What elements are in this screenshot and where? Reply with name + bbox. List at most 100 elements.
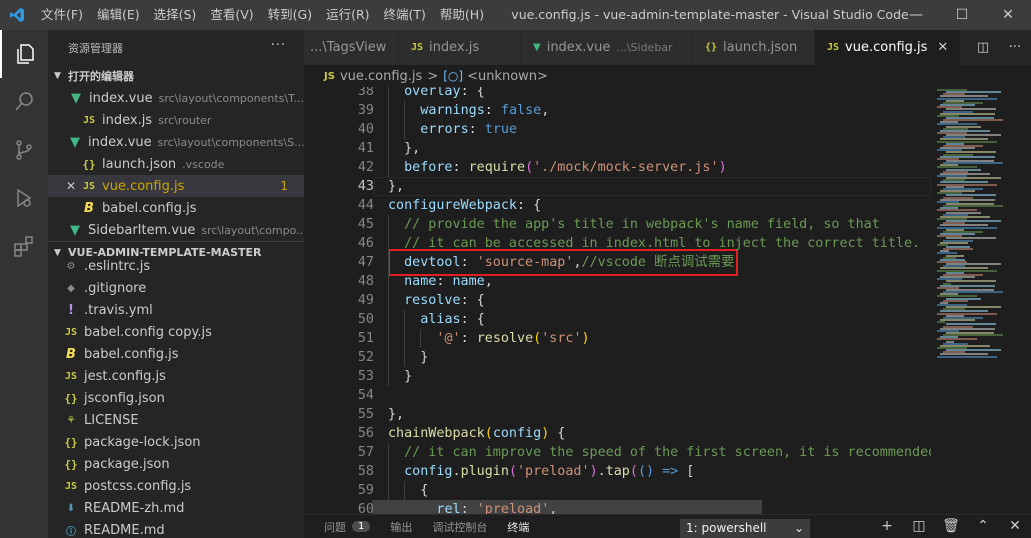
- minimize-icon[interactable]: —: [893, 0, 939, 30]
- panel-tab[interactable]: 输出: [380, 515, 422, 538]
- code-line: 46 // it can be accessed in index.html to…: [304, 234, 931, 253]
- minimap-line: [937, 338, 977, 341]
- open-editor-item[interactable]: ✕ JS vue.config.js 1: [48, 175, 304, 197]
- split-editor-icon[interactable]: ◫: [967, 40, 999, 55]
- code-token: {: [420, 483, 429, 498]
- line-number: 58: [357, 464, 374, 479]
- file-tree-item[interactable]: JS postcss.config.js: [48, 475, 304, 497]
- explorer-icon[interactable]: [0, 30, 48, 78]
- menu-item[interactable]: 终端(T): [377, 0, 433, 30]
- panel-tab[interactable]: 问题 1: [304, 515, 380, 538]
- editor-tab[interactable]: JS vue.config.js ✕: [815, 30, 962, 65]
- vscode-logo-icon: [0, 0, 34, 30]
- close-icon[interactable]: ✕: [66, 179, 80, 193]
- terminal-select-label: 1: powershell: [686, 521, 767, 535]
- file-tree-item[interactable]: ⬇ README-zh.md: [48, 497, 304, 519]
- source-control-icon[interactable]: [0, 126, 48, 174]
- panel-tab[interactable]: 调试控制台: [422, 515, 497, 538]
- add-terminal-icon[interactable]: +: [871, 518, 903, 534]
- extensions-icon[interactable]: [0, 222, 48, 270]
- code-token: (: [484, 426, 493, 441]
- open-editor-item[interactable]: ▼ index.vue src\layout\components\T...: [48, 87, 304, 109]
- menu-item[interactable]: 编辑(E): [90, 0, 147, 30]
- file-tree-item[interactable]: ⓘ README.md: [48, 519, 304, 538]
- code-token: rel: [436, 502, 461, 514]
- code-line: 44 configureWebpack: {: [304, 196, 931, 215]
- code-text: '@': resolve('src'): [436, 329, 589, 348]
- panel-tab-label: 输出: [390, 520, 413, 534]
- code-token: //vscode 断点调试需要: [581, 255, 735, 270]
- line-number: 53: [357, 369, 374, 384]
- indent-guide: [388, 500, 389, 514]
- breadcrumb-symbol[interactable]: <unknown>: [467, 69, 548, 84]
- code-token: {: [549, 426, 566, 441]
- open-editor-item[interactable]: JS index.js src\router: [48, 109, 304, 131]
- code-token: false: [500, 103, 542, 118]
- editor-tab[interactable]: {} launch.json: [693, 30, 815, 65]
- open-editor-item[interactable]: Bbabel.config.js: [48, 197, 304, 219]
- search-icon[interactable]: [0, 78, 48, 126]
- menu-item[interactable]: 运行(R): [319, 0, 376, 30]
- file-tree-item[interactable]: Bbabel.config.js: [48, 343, 304, 365]
- code-token: devtool: [404, 255, 461, 270]
- title-bar: 文件(F) 编辑(E) 选择(S) 查看(V) 转到(G) 运行(R) 终端(T) 帮助(H)…: [0, 0, 1031, 30]
- code-line: 47 devtool: 'source-map',//vscode 断点调试需要: [304, 253, 931, 272]
- editor-tab[interactable]: ▼ index.vue ...\Sidebar: [521, 30, 693, 65]
- editor-tab[interactable]: ...\TagsView: [304, 30, 399, 65]
- file-tree-item[interactable]: {} jsconfig.json: [48, 387, 304, 409]
- menu-item[interactable]: 转到(G): [261, 0, 319, 30]
- code-text: // it can be accessed in index.html to i…: [404, 234, 920, 253]
- code-text: name: name,: [404, 272, 493, 291]
- file-tree-item[interactable]: {} package-lock.json: [48, 431, 304, 453]
- file-tree-item[interactable]: ! .travis.yml: [48, 299, 304, 321]
- open-editor-item[interactable]: ▼ index.vue src\layout\components\S...: [48, 131, 304, 153]
- file-tree-item[interactable]: JS jest.config.js: [48, 365, 304, 387]
- file-tree-item[interactable]: JS babel.config copy.js: [48, 321, 304, 343]
- symbol-icon: [○]: [443, 69, 464, 83]
- editor-tab[interactable]: JS index.js: [399, 30, 521, 65]
- code-token: },: [388, 179, 405, 194]
- js-icon: JS: [324, 70, 335, 82]
- more-actions-icon[interactable]: ···: [271, 38, 286, 53]
- js-icon: JS: [827, 42, 840, 53]
- vue-icon: ▼: [70, 222, 80, 238]
- menu-item[interactable]: 选择(S): [147, 0, 204, 30]
- split-terminal-icon[interactable]: ◫: [903, 518, 935, 534]
- terminal-select[interactable]: 1: powershell ⌄: [680, 519, 810, 538]
- js-icon: JS: [64, 370, 78, 382]
- file-name: babel.config copy.js: [84, 324, 212, 340]
- chevron-up-icon[interactable]: ⌃: [967, 518, 999, 534]
- minimap[interactable]: [931, 87, 1031, 514]
- more-actions-icon[interactable]: ···: [999, 40, 1031, 55]
- file-path: .vscode: [182, 157, 225, 171]
- indent-guide: [388, 348, 389, 367]
- file-tree-item[interactable]: ⚘ LICENSE: [48, 409, 304, 431]
- close-icon[interactable]: ✕: [985, 0, 1031, 30]
- code-editor[interactable]: 38 overlay: {39 warnings: false, 40 errors: …: [304, 87, 931, 514]
- debug-icon[interactable]: [0, 174, 48, 222]
- code-token: resolve: [476, 331, 534, 346]
- file-tree-item[interactable]: ⚙ .eslintrc.js: [48, 255, 304, 277]
- maximize-icon[interactable]: ☐: [939, 0, 985, 30]
- trash-icon[interactable]: 🗑: [935, 518, 967, 534]
- open-editors-header[interactable]: ▼ 打开的编辑器: [48, 65, 304, 87]
- menu-item[interactable]: 查看(V): [203, 0, 260, 30]
- indent-guide: [404, 348, 406, 367]
- code-token: }: [404, 369, 413, 384]
- file-tree-item[interactable]: ◆ .gitignore: [48, 277, 304, 299]
- code-line: 41},: [304, 139, 931, 158]
- close-panel-icon[interactable]: ✕: [999, 518, 1031, 534]
- code-token: // provide the app's title in webpack's …: [404, 217, 880, 232]
- file-tree-item[interactable]: {} package.json: [48, 453, 304, 475]
- open-editor-item[interactable]: {} launch.json .vscode: [48, 153, 304, 175]
- json-icon: {}: [64, 435, 78, 449]
- menu-item[interactable]: 文件(F): [34, 0, 90, 30]
- panel-tab[interactable]: 终端: [497, 515, 539, 538]
- close-icon[interactable]: ✕: [937, 40, 948, 55]
- open-editor-item[interactable]: ▼ SidebarItem.vue src\layout\compo...: [48, 219, 304, 241]
- code-token: (): [637, 464, 655, 479]
- breadcrumb-file[interactable]: vue.config.js: [340, 69, 422, 84]
- line-number: 38: [357, 87, 374, 99]
- menu-item[interactable]: 帮助(H): [433, 0, 491, 30]
- code-token: :: [468, 122, 485, 137]
